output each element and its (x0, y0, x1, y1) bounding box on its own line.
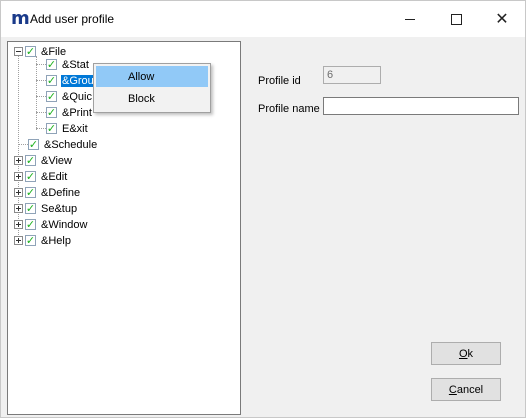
app-logo-icon: m (11, 8, 30, 29)
tree-line (36, 80, 46, 81)
checkbox-checked-icon[interactable]: ✓ (46, 75, 57, 86)
tree-item-print[interactable]: ✓ &Print (46, 106, 93, 119)
checkbox-checked-icon[interactable]: ✓ (25, 46, 36, 57)
checkbox-checked-icon[interactable]: ✓ (25, 171, 36, 182)
checkbox-checked-icon[interactable]: ✓ (28, 139, 39, 150)
tree-item-label: E&xit (62, 122, 88, 135)
tree-line (36, 128, 46, 129)
title-bar[interactable]: m Add user profile ✕ (1, 1, 525, 37)
tree-item-schedule[interactable]: ✓ &Schedule (28, 138, 98, 151)
tree-item-label: &Edit (41, 170, 68, 183)
checkbox-checked-icon[interactable]: ✓ (46, 107, 57, 118)
tree-item-help[interactable]: ✓ &Help (14, 234, 72, 247)
add-user-profile-window: m Add user profile ✕ ✓ &File ✓ &Stat ✓ &… (0, 0, 526, 418)
tree-item-label: &Schedule (44, 138, 98, 151)
tree-item-label: &Grou (61, 74, 95, 87)
profile-id-field[interactable]: 6 (323, 66, 381, 84)
profile-name-label: Profile name (258, 103, 320, 115)
menu-item-allow[interactable]: Allow (96, 66, 208, 87)
tree-item-label: &Print (62, 106, 92, 119)
menu-item-label: Allow (128, 70, 155, 83)
cancel-button[interactable]: Cancel (431, 378, 501, 401)
tree-line (18, 144, 28, 145)
profile-id-label: Profile id (258, 75, 301, 87)
maximize-button[interactable] (433, 1, 479, 37)
checkbox-checked-icon[interactable]: ✓ (25, 187, 36, 198)
tree-item-define[interactable]: ✓ &Define (14, 186, 81, 199)
tree-item-label: &Window (41, 218, 88, 231)
expand-icon[interactable] (14, 188, 23, 197)
tree-line (36, 64, 46, 65)
checkbox-checked-icon[interactable]: ✓ (46, 123, 57, 134)
expand-icon[interactable] (14, 156, 23, 165)
tree-item-label: &Define (41, 186, 81, 199)
tree-item-window[interactable]: ✓ &Window (14, 218, 88, 231)
maximize-icon (450, 13, 462, 25)
collapse-icon[interactable] (14, 47, 23, 56)
checkbox-checked-icon[interactable]: ✓ (25, 155, 36, 166)
tree-item-label: &Help (41, 234, 71, 247)
checkbox-checked-icon[interactable]: ✓ (25, 203, 36, 214)
tree-item-edit[interactable]: ✓ &Edit (14, 170, 68, 183)
expand-icon[interactable] (14, 172, 23, 181)
expand-icon[interactable] (14, 236, 23, 245)
menu-item-label: Block (128, 92, 155, 105)
tree-item-label: &Stat (62, 58, 89, 71)
window-title: Add user profile (30, 12, 115, 26)
context-menu: Allow Block (93, 63, 211, 113)
tree-item-label: &File (41, 45, 67, 58)
close-icon: ✕ (495, 9, 509, 28)
ok-button[interactable]: Ok (431, 342, 501, 365)
tree-item-group[interactable]: ✓ &Grou (46, 74, 95, 87)
tree-item-status[interactable]: ✓ &Stat (46, 58, 90, 71)
cancel-mnemonic: C (448, 383, 457, 396)
minimize-button[interactable] (387, 1, 433, 37)
checkbox-checked-icon[interactable]: ✓ (25, 235, 36, 246)
checkbox-checked-icon[interactable]: ✓ (46, 91, 57, 102)
tree-item-view[interactable]: ✓ &View (14, 154, 73, 167)
expand-icon[interactable] (14, 204, 23, 213)
tree-item-setup[interactable]: ✓ Se&tup (14, 202, 78, 215)
tree-item-file[interactable]: ✓ &File (14, 45, 67, 58)
tree-item-quick[interactable]: ✓ &Quic (46, 90, 93, 103)
cancel-label-rest: ancel (456, 383, 484, 396)
ok-label-rest: k (467, 347, 474, 360)
close-button[interactable]: ✕ (479, 1, 525, 37)
expand-icon[interactable] (14, 220, 23, 229)
checkbox-checked-icon[interactable]: ✓ (25, 219, 36, 230)
ok-mnemonic: O (458, 347, 468, 360)
minimize-icon (405, 18, 415, 20)
tree-item-exit[interactable]: ✓ E&xit (46, 122, 89, 135)
tree-line (36, 112, 46, 113)
tree-line (36, 96, 46, 97)
menu-item-block[interactable]: Block (96, 88, 208, 109)
profile-name-field[interactable] (323, 97, 519, 115)
tree-item-label: Se&tup (41, 202, 78, 215)
checkbox-checked-icon[interactable]: ✓ (46, 59, 57, 70)
tree-line (36, 56, 37, 130)
tree-item-label: &Quic (62, 90, 92, 103)
tree-item-label: &View (41, 154, 72, 167)
